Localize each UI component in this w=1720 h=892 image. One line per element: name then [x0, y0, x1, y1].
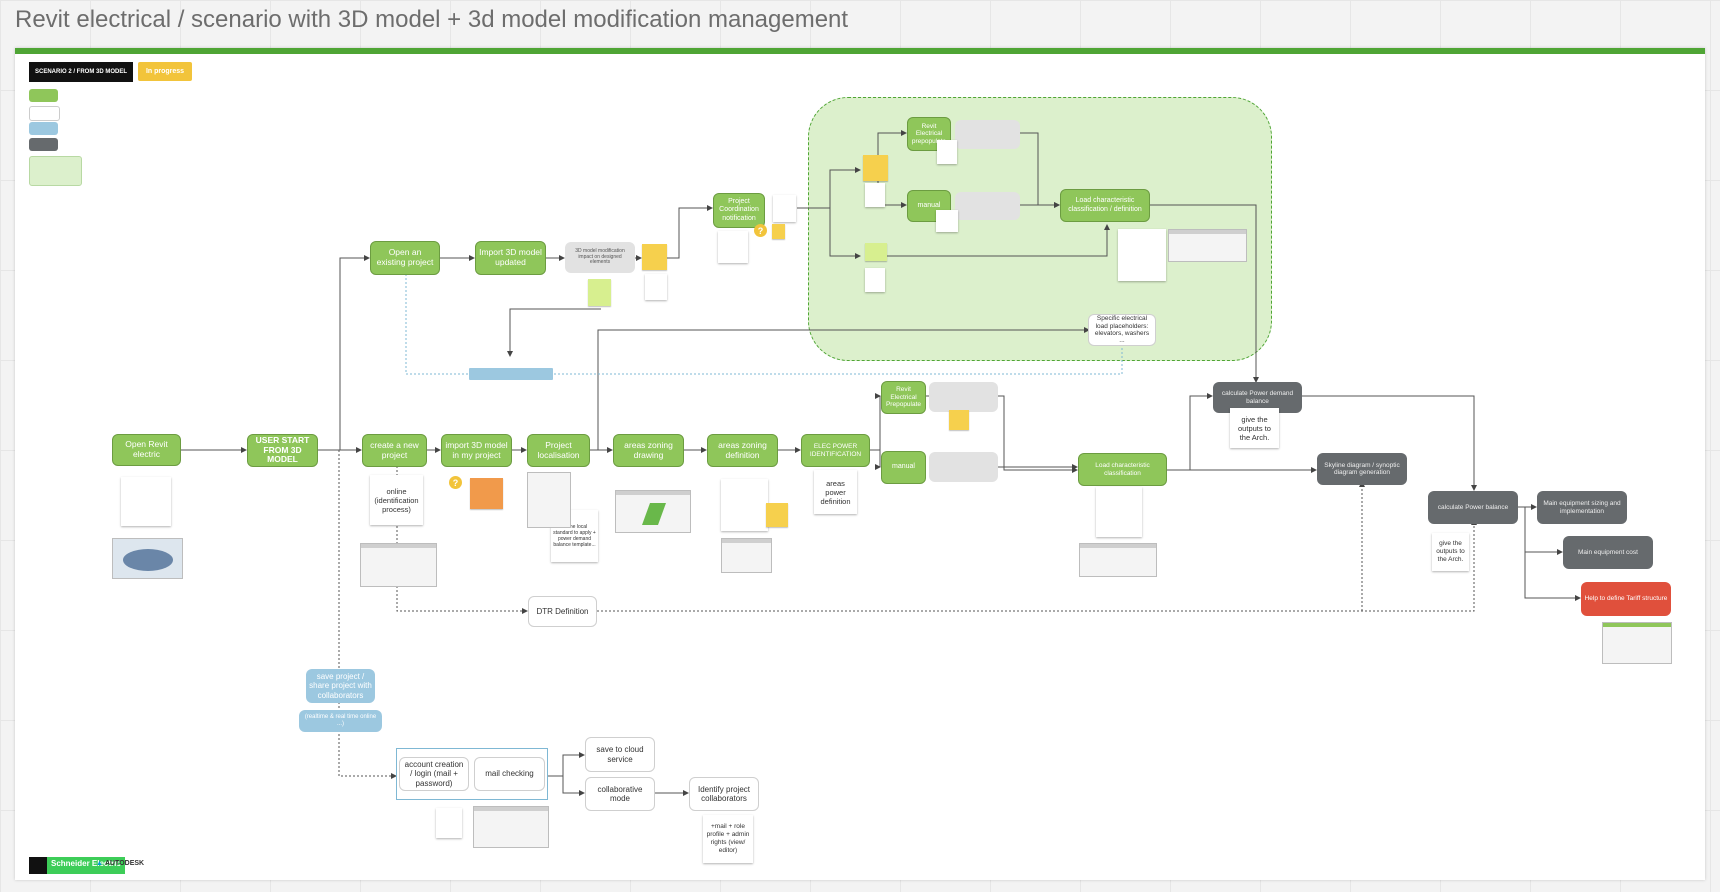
- yellow-sticky-5: [766, 503, 788, 527]
- load-table-thumb-top: [1168, 229, 1247, 262]
- legend-green: [29, 89, 58, 102]
- manual-mid-node[interactable]: manual: [881, 451, 926, 484]
- load-char-top-node[interactable]: Load characteristic classification / def…: [1060, 189, 1150, 222]
- skyline-node[interactable]: Skyline diagram / synoptic diagram gener…: [1317, 453, 1407, 485]
- open-existing-node[interactable]: Open an existing project: [370, 241, 440, 275]
- legend-blue: [29, 122, 58, 135]
- revit-prepopulate-mid-node[interactable]: Revit Electrical Prepopulate: [881, 381, 926, 414]
- project-coordination-node[interactable]: Project Coordination notification: [713, 193, 765, 228]
- revit-screenshot-thumb: [112, 538, 183, 579]
- coordination-small-note: [773, 195, 796, 222]
- save-cloud-node[interactable]: save to cloud service: [585, 737, 655, 772]
- identify-collab-node[interactable]: Identify project collaborators: [689, 777, 759, 811]
- orange-sticky: [470, 478, 503, 509]
- load-note-mid: [1096, 487, 1142, 537]
- yellow-sticky-2: [772, 224, 785, 239]
- manual-desc-top: [955, 192, 1020, 220]
- model-impact-node: 3D model modification impact on designed…: [565, 242, 635, 273]
- load-note-top: [1118, 229, 1166, 281]
- manual-small-note: [936, 210, 958, 232]
- question-icon-2[interactable]: ?: [754, 224, 767, 237]
- impact-small-note: [645, 274, 667, 300]
- mail-screenshot-thumb: [473, 806, 549, 848]
- areas-definition-node[interactable]: areas zoning definition: [707, 434, 778, 467]
- blue-link-label: [469, 368, 553, 380]
- elec-power-node[interactable]: ELEC POWER IDENTIFICATION: [801, 434, 870, 467]
- main-sizing-node[interactable]: Main equipment sizing and implementation: [1537, 491, 1627, 524]
- zoning-note: [721, 479, 768, 531]
- online-realtime-node[interactable]: (realtime & real time online ...): [299, 710, 382, 732]
- email-roles-note: +mail + role profile + admin rights (vie…: [703, 815, 753, 863]
- collab-mode-node[interactable]: collaborative mode: [585, 777, 655, 811]
- load-char-mid-node[interactable]: Load characteristic classification: [1078, 453, 1167, 486]
- help-tariff-node[interactable]: Help to define Tariff structure: [1581, 582, 1671, 616]
- save-share-node[interactable]: save project / share project with collab…: [306, 669, 375, 703]
- project-localisation-node[interactable]: Project localisation: [527, 434, 590, 467]
- dtr-node[interactable]: DTR Definition: [528, 596, 597, 627]
- specific-loads-node[interactable]: Specific electrical load placeholders: e…: [1088, 314, 1156, 346]
- online-note: online (identification process): [370, 475, 423, 525]
- revit-note: [121, 477, 171, 526]
- login-screenshot-thumb: [360, 543, 437, 587]
- open-revit-node[interactable]: Open Revit electric: [112, 434, 181, 466]
- green-sticky-2: [865, 243, 887, 261]
- yellow-sticky-1: [642, 244, 667, 270]
- green-sticky-1: [588, 279, 611, 306]
- areas-drawing-thumb: [615, 490, 691, 533]
- scenario-tag: SCENARIO 2 / FROM 3D MODEL: [29, 62, 133, 82]
- mail-node[interactable]: mail checking: [474, 757, 545, 791]
- main-cost-node[interactable]: Main equipment cost: [1563, 536, 1653, 569]
- tariff-table-thumb: [1602, 622, 1672, 664]
- legend-white: [29, 106, 60, 121]
- status-tag: In progress: [138, 62, 192, 81]
- areas-power-note: areas power definition: [814, 470, 857, 514]
- zoning-table-thumb: [721, 538, 772, 573]
- give-outputs-note-1: give the outputs to the Arch.: [1230, 408, 1279, 448]
- question-icon-1[interactable]: ?: [449, 476, 462, 489]
- coordination-note: [718, 231, 748, 263]
- import-model-node[interactable]: import 3D model in my project: [441, 434, 512, 467]
- account-node[interactable]: account creation / login (mail + passwor…: [399, 757, 469, 791]
- localisation-thumb: [527, 472, 571, 528]
- account-small-note: [436, 808, 462, 838]
- import-updated-node[interactable]: Import 3D model updated: [475, 241, 546, 275]
- user-start-node[interactable]: USER START FROM 3D MODEL: [247, 434, 318, 467]
- prepop-small-note: [937, 140, 957, 164]
- calc-balance-node[interactable]: calculate Power balance: [1428, 491, 1518, 524]
- branch-small-note-2: [865, 268, 885, 292]
- legend-group: [29, 156, 82, 186]
- branch-small-note-1: [865, 183, 885, 207]
- prepopulate-desc-top: [955, 120, 1020, 149]
- manual-desc-mid: [929, 452, 998, 482]
- areas-drawing-node[interactable]: areas zoning drawing: [613, 434, 684, 467]
- load-table-thumb-mid: [1079, 543, 1157, 577]
- create-project-node[interactable]: create a new project: [362, 434, 427, 467]
- legend-grey: [29, 138, 58, 151]
- yellow-sticky-3: [863, 155, 888, 181]
- autodesk-logo: ▲ AUTODESK: [96, 860, 145, 867]
- prepopulate-desc-mid: [929, 382, 998, 412]
- yellow-sticky-4: [949, 410, 969, 430]
- give-outputs-note-2: give the outputs to the Arch.: [1432, 533, 1469, 571]
